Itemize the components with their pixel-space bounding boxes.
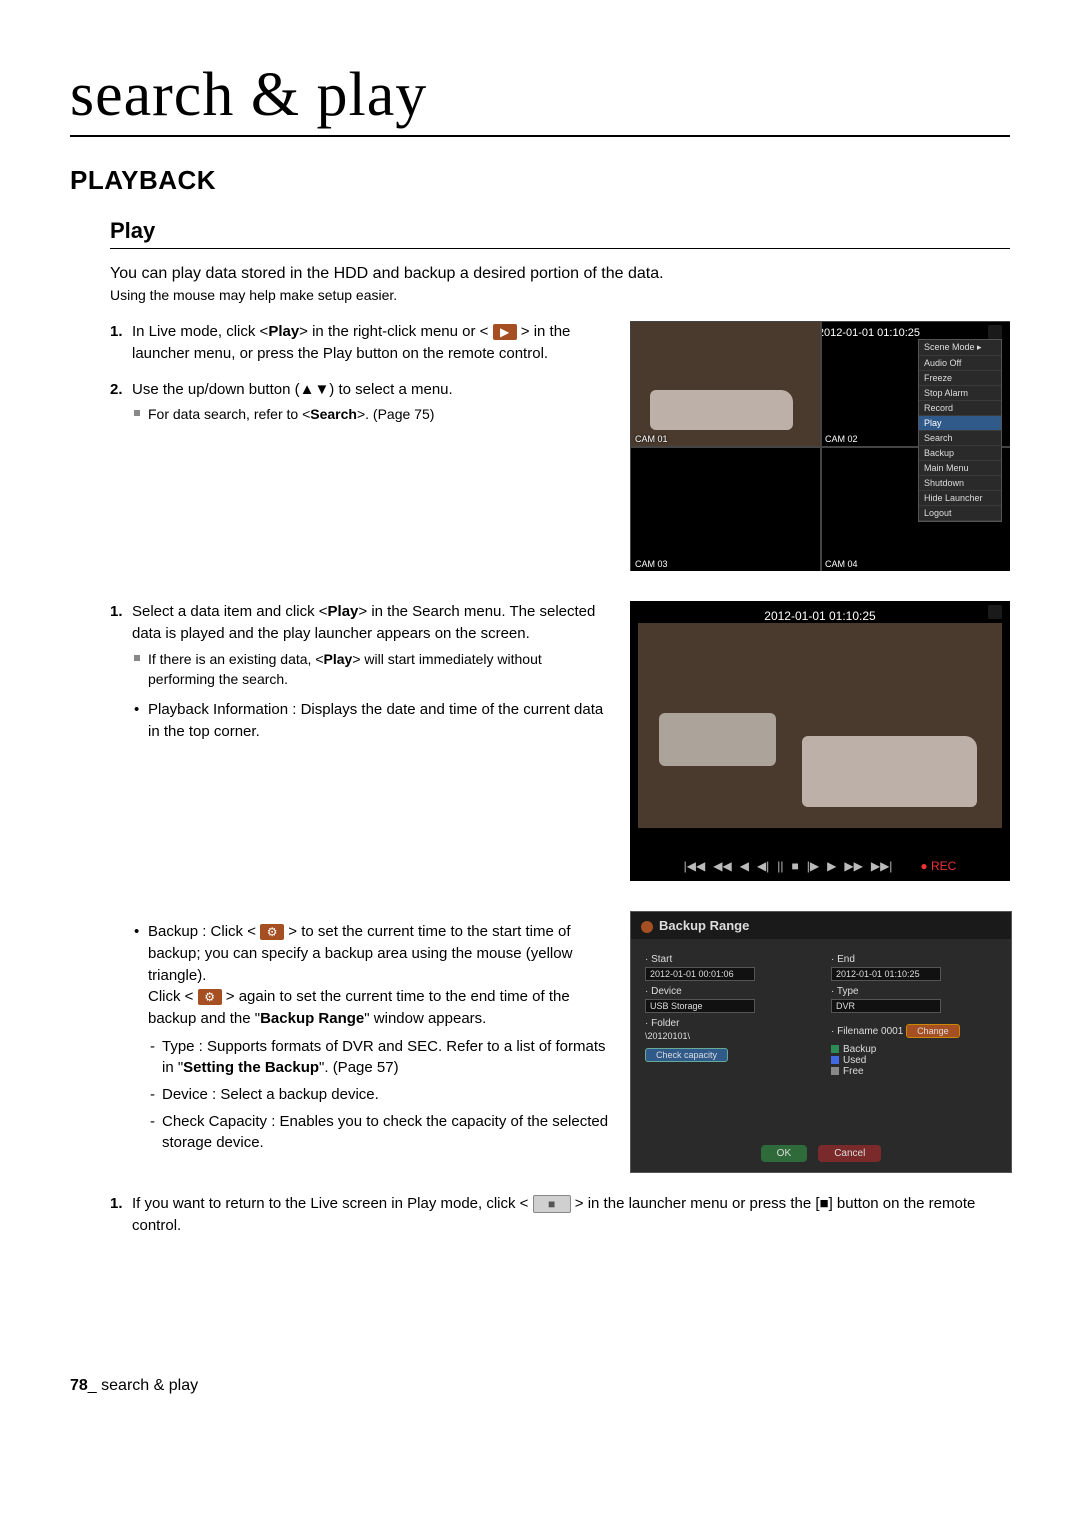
backup-icon: ⚙ [260, 924, 284, 940]
rec-indicator: ● REC [920, 859, 956, 873]
ctrl-back[interactable]: ◀ [740, 859, 749, 873]
step-3-note: If there is an existing data, <Play> wil… [132, 649, 612, 690]
cancel-button[interactable]: Cancel [818, 1145, 881, 1162]
stop-icon: ■ [533, 1195, 571, 1213]
ctrl-step-fwd[interactable]: |▶ [807, 859, 819, 873]
screenshot-live-quad: 2012-01-01 01:10:25 CAM 01 CAM 02 CAM 03… [630, 321, 1010, 571]
intro-text: You can play data stored in the HDD and … [110, 265, 1010, 283]
menu-freeze[interactable]: Freeze [919, 371, 1001, 386]
menu-scene-mode[interactable]: Scene Mode ▸ [919, 340, 1001, 356]
section-heading-playback: PLAYBACK [70, 165, 1010, 196]
ctrl-rewind[interactable]: ◀◀ [713, 859, 731, 873]
menu-search[interactable]: Search [919, 431, 1001, 446]
ctrl-skip-back[interactable]: |◀◀ [684, 859, 706, 873]
intro-subtext: Using the mouse may help make setup easi… [110, 287, 1010, 303]
ctrl-stop[interactable]: ■ [792, 859, 799, 873]
backup-title: Backup Range [631, 912, 1011, 939]
backup-start-field[interactable]: 2012-01-01 00:01:06 [645, 967, 755, 981]
gear-icon [641, 921, 653, 933]
ctrl-pause[interactable]: || [777, 859, 783, 873]
page-footer: 78_ search & play [70, 1377, 1010, 1395]
menu-record[interactable]: Record [919, 401, 1001, 416]
dash-type: Type : Supports formats of DVR and SEC. … [148, 1036, 612, 1078]
step-2-note: For data search, refer to <Search>. (Pag… [132, 404, 612, 424]
step-1: In Live mode, click <Play> in the right-… [110, 321, 612, 365]
context-menu[interactable]: Scene Mode ▸ Audio Off Freeze Stop Alarm… [918, 339, 1002, 522]
dash-capacity: Check Capacity : Enables you to check th… [148, 1111, 612, 1153]
play-icon: ▶ [493, 324, 517, 340]
step-4: If you want to return to the Live screen… [110, 1193, 1010, 1237]
ok-button[interactable]: OK [761, 1145, 807, 1162]
ctrl-ff[interactable]: ▶▶ [844, 859, 862, 873]
menu-main-menu[interactable]: Main Menu [919, 461, 1001, 476]
step-2: Use the up/down button (▲▼) to select a … [110, 379, 612, 425]
backup-icon: ⚙ [198, 989, 222, 1005]
chapter-title: search & play [70, 60, 1010, 137]
user-icon [988, 605, 1002, 619]
change-button[interactable]: Change [906, 1024, 960, 1038]
menu-play[interactable]: Play [919, 416, 1001, 431]
backup-end-field[interactable]: 2012-01-01 01:10:25 [831, 967, 941, 981]
screenshot-backup-range: Backup Range · Start 2012-01-01 00:01:06… [630, 911, 1012, 1173]
screenshot-playback: 2012-01-01 01:10:25 |◀◀ ◀◀ ◀ ◀| || ■ |▶ … [630, 601, 1010, 881]
bullet-backup: Backup : Click < ⚙ > to set the current … [132, 921, 612, 1153]
playback-controls[interactable]: |◀◀ ◀◀ ◀ ◀| || ■ |▶ ▶ ▶▶ ▶▶| ● REC [630, 855, 1010, 877]
bullet-playback-info: Playback Information : Displays the date… [132, 699, 612, 743]
subsection-heading-play: Play [110, 218, 1010, 249]
playback-timestamp: 2012-01-01 01:10:25 [630, 609, 1010, 623]
backup-device-select[interactable]: USB Storage [645, 999, 755, 1013]
menu-shutdown[interactable]: Shutdown [919, 476, 1001, 491]
menu-logout[interactable]: Logout [919, 506, 1001, 521]
menu-hide-launcher[interactable]: Hide Launcher [919, 491, 1001, 506]
ctrl-step-back[interactable]: ◀| [757, 859, 769, 873]
menu-backup[interactable]: Backup [919, 446, 1001, 461]
backup-type-select[interactable]: DVR [831, 999, 941, 1013]
backup-folder: \20120101\ [645, 1031, 690, 1041]
dash-device: Device : Select a backup device. [148, 1084, 612, 1105]
menu-audio-off[interactable]: Audio Off [919, 356, 1001, 371]
check-capacity-button[interactable]: Check capacity [645, 1048, 728, 1062]
menu-stop-alarm[interactable]: Stop Alarm [919, 386, 1001, 401]
ctrl-skip-fwd[interactable]: ▶▶| [871, 859, 893, 873]
ctrl-play[interactable]: ▶ [827, 859, 836, 873]
step-3: Select a data item and click <Play> in t… [110, 601, 612, 743]
